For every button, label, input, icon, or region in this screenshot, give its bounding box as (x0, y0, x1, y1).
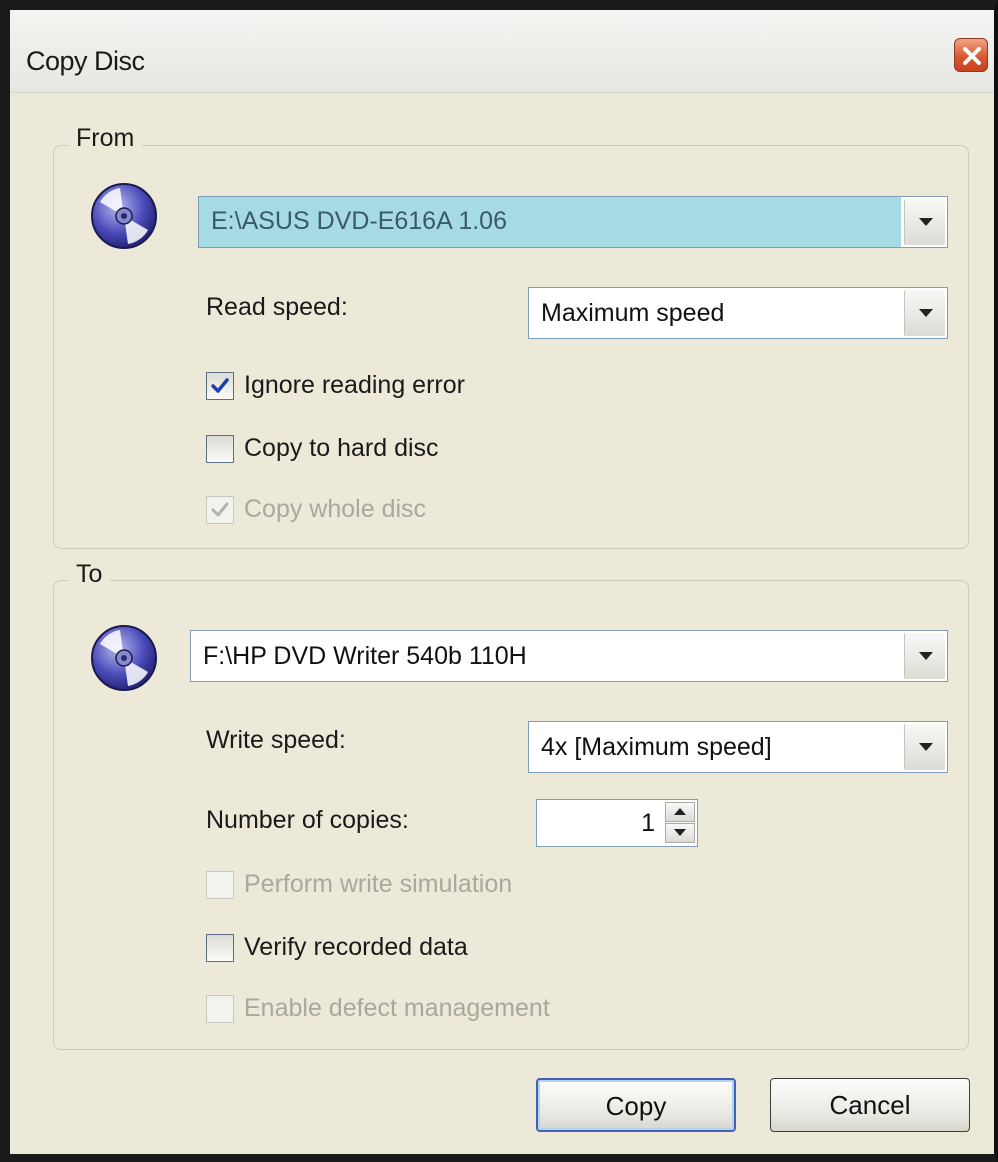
number-of-copies-value: 1 (641, 809, 655, 837)
target-drive-select[interactable]: F:\HP DVD Writer 540b 110H (190, 630, 948, 682)
checkbox-box[interactable] (206, 435, 234, 463)
target-drive-value: F:\HP DVD Writer 540b 110H (203, 642, 527, 670)
cancel-button[interactable]: Cancel (770, 1078, 970, 1132)
target-disc-icon (90, 624, 158, 692)
number-of-copies-stepper[interactable]: 1 (536, 799, 698, 847)
increment-button[interactable] (665, 802, 695, 822)
copy-disc-dialog: Copy Disc From E:\ASUS DVD-E616A 1.06 Re… (0, 0, 998, 1162)
decrement-button[interactable] (665, 823, 695, 843)
enable-defect-management-label: Enable defect management (244, 994, 550, 1022)
checkbox-box[interactable] (206, 372, 234, 400)
from-group-label: From (68, 124, 143, 153)
checkbox-box[interactable] (206, 934, 234, 962)
chevron-up-icon (674, 808, 686, 815)
number-of-copies-label: Number of copies: (206, 806, 409, 834)
checkbox-box (206, 871, 234, 899)
checkmark-icon (211, 502, 229, 517)
write-speed-dropdown-button[interactable] (904, 724, 945, 770)
verify-recorded-data-label: Verify recorded data (244, 933, 468, 961)
checkmark-icon (211, 378, 229, 393)
chevron-down-icon (919, 652, 933, 660)
read-speed-value: Maximum speed (541, 299, 725, 327)
chevron-down-icon (919, 309, 933, 317)
write-speed-value: 4x [Maximum speed] (541, 733, 772, 761)
chevron-down-icon (674, 829, 686, 836)
copy-button[interactable]: Copy (536, 1078, 736, 1132)
chevron-down-icon (919, 743, 933, 751)
read-speed-select[interactable]: Maximum speed (528, 287, 948, 339)
stepper-buttons (665, 802, 695, 844)
dialog-client-area: From E:\ASUS DVD-E616A 1.06 Read speed: … (10, 93, 994, 1154)
copy-to-hard-disc-label: Copy to hard disc (244, 434, 439, 462)
write-speed-label: Write speed: (206, 726, 346, 754)
source-drive-dropdown-button[interactable] (904, 199, 945, 245)
to-group-label: To (68, 560, 111, 589)
read-speed-label: Read speed: (206, 293, 348, 321)
copy-whole-disc-label: Copy whole disc (244, 495, 427, 523)
checkbox-box (206, 995, 234, 1023)
checkbox-box (206, 496, 234, 524)
window-title: Copy Disc (26, 46, 145, 76)
ignore-reading-error-label: Ignore reading error (244, 371, 465, 399)
source-drive-select[interactable]: E:\ASUS DVD-E616A 1.06 (198, 196, 948, 248)
perform-write-simulation-label: Perform write simulation (244, 870, 513, 898)
source-drive-value: E:\ASUS DVD-E616A 1.06 (199, 197, 901, 247)
target-drive-dropdown-button[interactable] (904, 633, 945, 679)
title-bar[interactable]: Copy Disc (10, 10, 994, 93)
chevron-down-icon (919, 218, 933, 226)
write-speed-select[interactable]: 4x [Maximum speed] (528, 721, 948, 773)
read-speed-dropdown-button[interactable] (904, 290, 945, 336)
source-disc-icon (90, 182, 158, 250)
close-button[interactable] (954, 38, 988, 72)
